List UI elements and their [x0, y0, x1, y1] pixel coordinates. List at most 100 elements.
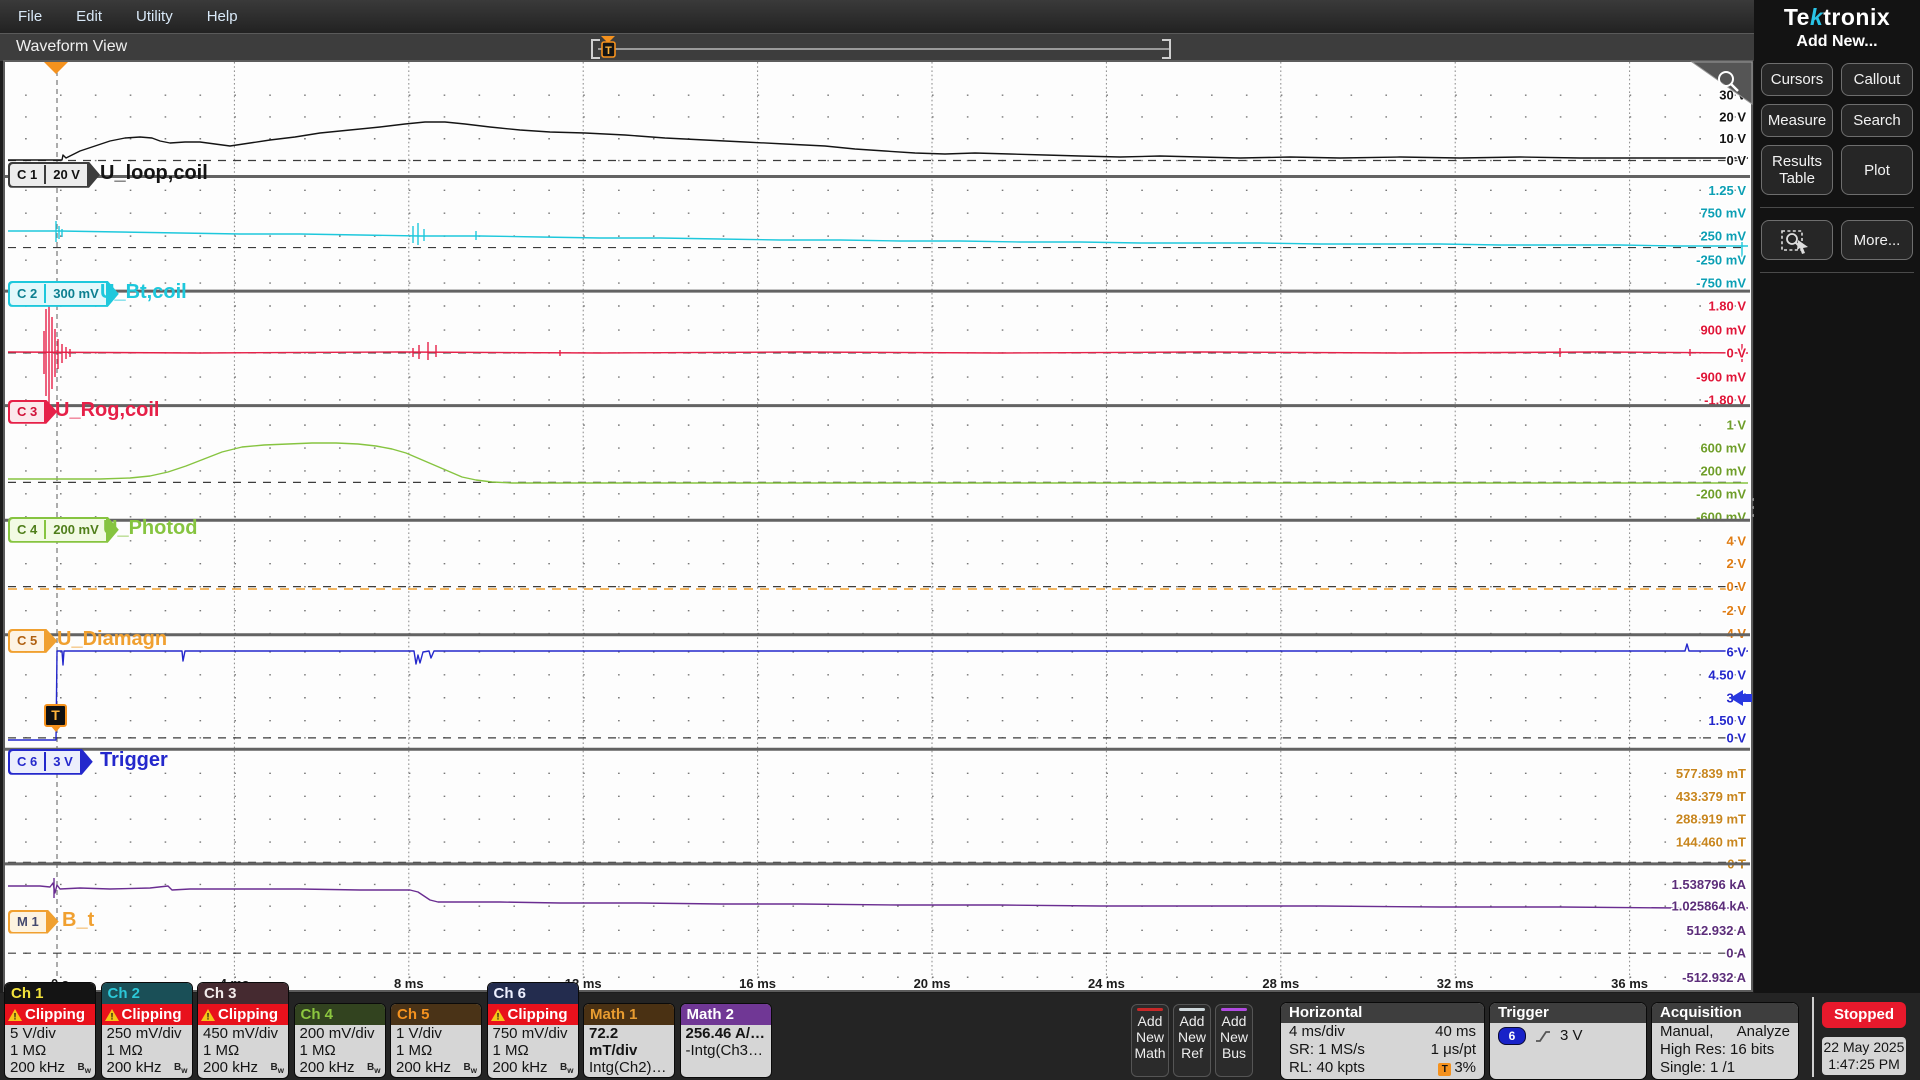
add-new-search-button[interactable]: Search — [1841, 104, 1913, 137]
svg-text:!: ! — [207, 1011, 210, 1021]
time-axis-label: 36 ms — [1611, 976, 1648, 991]
bandwidth-limit-label: Bw — [367, 1059, 380, 1077]
scale-label: 0 V — [1726, 345, 1746, 360]
scale-label: 1.25 V — [1708, 183, 1746, 198]
warning-icon: ! — [201, 1009, 215, 1021]
badge-row: 1 MΩ — [102, 1042, 192, 1059]
date-text: 22 May 2025 — [1822, 1039, 1906, 1056]
waveform-plot: 30 V20 V10 V0 V1.25 V750 mV250 mV-250 mV… — [0, 60, 1754, 993]
badge-row: 1 MΩ — [198, 1042, 288, 1059]
clipping-label: Clipping — [122, 1006, 182, 1023]
menu-item-edit[interactable]: Edit — [76, 8, 102, 25]
scale-label: -750 mV — [1696, 276, 1746, 291]
horizontal-window: 40 ms — [1435, 1023, 1476, 1041]
menu-item-file[interactable]: File — [18, 8, 42, 25]
acquisition-panel[interactable]: Acquisition Manual,Analyze High Res: 16 … — [1652, 1003, 1798, 1079]
scale-label: 750 mV — [1700, 206, 1746, 221]
scale-label: 1.80 V — [1708, 298, 1746, 313]
add-new-plot-button[interactable]: Plot — [1841, 145, 1913, 195]
more-button[interactable]: More... — [1841, 220, 1913, 260]
channel-name-trigger[interactable]: Trigger — [100, 749, 168, 772]
svg-text:T: T — [605, 45, 612, 57]
settings-badge-math1[interactable]: Math 172.2 mT/divIntg(Ch2)… — [584, 1004, 674, 1077]
trigger-source-marker[interactable]: T — [44, 704, 67, 727]
add-new-math-button[interactable]: Add New Math — [1131, 1004, 1169, 1077]
add-new-callout-button[interactable]: Callout — [1841, 63, 1913, 96]
record-length: RL: 40 kpts — [1289, 1059, 1365, 1077]
scale-label: 2 V — [1726, 556, 1746, 571]
add-new-measure-button[interactable]: Measure — [1761, 104, 1833, 137]
add-new-bus-button[interactable]: Add New Bus — [1215, 1004, 1253, 1077]
settings-badge-ch5[interactable]: Ch 51 V/div1 MΩ200 kHzBw — [391, 1004, 481, 1077]
channel-name-u-photod[interactable]: U_Photod — [103, 517, 197, 540]
badge-row: 200 kHzBw — [5, 1059, 95, 1078]
time-axis-label: 16 ms — [739, 976, 776, 991]
channel-badge-c1[interactable]: C 120 V — [8, 162, 100, 188]
clipping-label: Clipping — [218, 1006, 278, 1023]
channel-name-u-loop-coil[interactable]: U_loop,coil — [100, 162, 208, 185]
scale-label: 600 mV — [1700, 441, 1746, 456]
settings-badge-ch1[interactable]: Ch 1!Clipping5 V/div1 MΩ200 kHzBw — [5, 983, 95, 1078]
menu-item-help[interactable]: Help — [207, 8, 238, 25]
badge-header: Math 2 — [681, 1004, 771, 1025]
badge-row: 200 kHzBw — [102, 1059, 192, 1078]
time-axis-label: 20 ms — [914, 976, 951, 991]
acquisition-mode: Manual, — [1660, 1023, 1713, 1041]
clipping-label: Clipping — [508, 1006, 568, 1023]
settings-badge-ch6[interactable]: Ch 6!Clipping750 mV/div1 MΩ200 kHzBw — [488, 983, 578, 1078]
badge-row: 72.2 mT/div — [584, 1025, 674, 1059]
trigger-panel-title: Trigger — [1490, 1003, 1646, 1023]
scale-label: 0 V — [1726, 730, 1746, 745]
channel-id-label: C 3 — [10, 402, 44, 421]
channel-badge-c5[interactable]: C 5 — [8, 629, 57, 653]
clipping-warning: ! Clipping — [198, 1004, 288, 1025]
badge-header: Math 1 — [584, 1004, 674, 1025]
time-axis-label: 24 ms — [1088, 976, 1125, 991]
acquisition-analyze: Analyze — [1737, 1023, 1790, 1041]
badge-row: 5 V/div — [5, 1025, 95, 1042]
scale-label: 1.50 V — [1708, 713, 1746, 728]
add-new-results-table-button[interactable]: Results Table — [1761, 145, 1833, 195]
right-panel: Tektronix Add New... CursorsCalloutMeasu… — [1754, 0, 1920, 993]
settings-badge-math2[interactable]: Math 2256.46 A/…-Intg(Ch3… — [681, 1004, 771, 1077]
channel-name-u-diamagn[interactable]: U_Diamagn — [57, 628, 167, 651]
channel-name-u-rog-coil[interactable]: U_Rog,coil — [55, 399, 159, 422]
badge-header: Ch 2 — [102, 983, 192, 1004]
channel-id-label: C 2 — [10, 284, 44, 303]
add-new-cursors-button[interactable]: Cursors — [1761, 63, 1833, 96]
badge-row: 1 MΩ — [391, 1042, 481, 1059]
horizontal-panel-title: Horizontal — [1281, 1003, 1484, 1023]
add-new-ref-button[interactable]: Add New Ref — [1173, 1004, 1211, 1077]
settings-badge-ch4[interactable]: Ch 4200 mV/div1 MΩ200 kHzBw — [295, 1004, 385, 1077]
horizontal-scale: 4 ms/div — [1289, 1023, 1345, 1041]
bottom-settings-strip: Ch 1!Clipping5 V/div1 MΩ200 kHzBwCh 2!Cl… — [0, 993, 1920, 1080]
channel-scale-label: 200 mV — [44, 520, 106, 539]
channel-badge-c3[interactable]: C 3 — [8, 400, 57, 424]
badge-row: 750 mV/div — [488, 1025, 578, 1042]
channel-name-b-t[interactable]: B_t — [62, 909, 94, 932]
waveform-graticule[interactable]: 30 V20 V10 V0 V1.25 V750 mV250 mV-250 mV… — [0, 60, 1754, 993]
scale-label: 6 V — [1726, 644, 1746, 659]
scale-label: 0 V — [1726, 579, 1746, 594]
divider — [1760, 272, 1914, 273]
warning-icon: ! — [105, 1009, 119, 1021]
run-state-badge[interactable]: Stopped — [1822, 1002, 1906, 1028]
zoom-select-button[interactable] — [1761, 220, 1833, 260]
datetime-display: 22 May 2025 1:47:25 PM — [1822, 1037, 1906, 1075]
svg-text:!: ! — [14, 1011, 17, 1021]
trigger-panel[interactable]: Trigger 6 3 V — [1490, 1003, 1646, 1079]
channel-id-label: C 6 — [10, 752, 44, 771]
channel-badge-c6[interactable]: C 63 V — [8, 749, 93, 775]
settings-badge-ch2[interactable]: Ch 2!Clipping250 mV/div1 MΩ200 kHzBw — [102, 983, 192, 1078]
scale-label: 0 A — [1726, 946, 1746, 961]
settings-badge-ch3[interactable]: Ch 3!Clipping450 mV/div1 MΩ200 kHzBw — [198, 983, 288, 1078]
scale-label: -200 mV — [1696, 486, 1746, 501]
scale-label: 512.932 A — [1686, 923, 1746, 938]
waveform-view-title: Waveform View — [16, 38, 127, 56]
channel-badge-m1[interactable]: M 1 — [8, 910, 59, 934]
channel-name-u-bt-coil[interactable]: U_Bt,coil — [100, 281, 187, 304]
badge-header: Ch 1 — [5, 983, 95, 1004]
horizontal-panel[interactable]: Horizontal 4 ms/div40 ms SR: 1 MS/s1 μs/… — [1281, 1003, 1484, 1079]
badge-row: -Intg(Ch3… — [681, 1042, 771, 1059]
menu-item-utility[interactable]: Utility — [136, 8, 173, 25]
